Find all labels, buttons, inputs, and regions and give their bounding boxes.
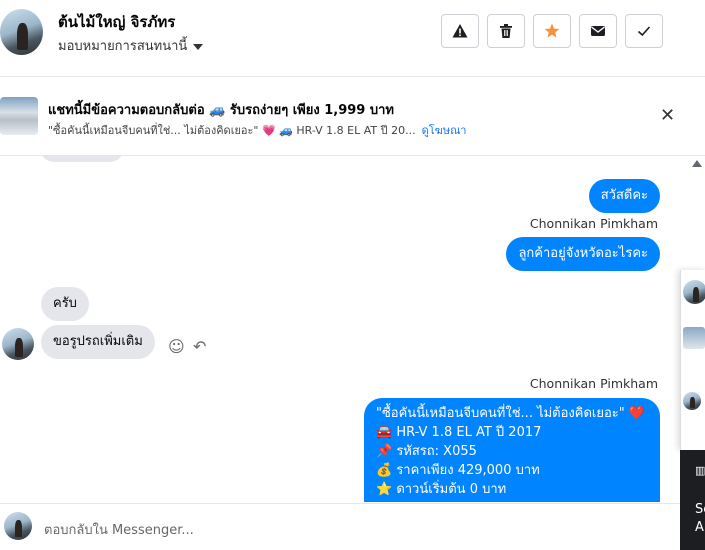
incoming-message[interactable]: ครับ: [41, 287, 89, 321]
contact-name[interactable]: ต้นไม้ใหญ่ จิรภัทร: [58, 10, 175, 34]
banner-title: แชทนี้มีข้อความตอบกลับต่อ 🚙 รับรถง่ายๆ เ…: [48, 103, 394, 118]
incoming-message[interactable]: ขอรูปรถเพิ่มเติม: [41, 325, 155, 359]
message-thread[interactable]: สวัสดีคะ Chonnikan Pimkham ลูกค้าอยู่จัง…: [0, 156, 690, 502]
react-emoji-icon[interactable]: ☺: [168, 337, 185, 356]
mark-done-button[interactable]: [625, 14, 663, 48]
ad-message-line: "ซื้อคันนี้เหมือนจีบคนที่ใช่... ไม่ต้องค…: [376, 406, 646, 421]
conversation-avatar[interactable]: [683, 280, 705, 304]
sender-name: Chonnikan Pimkham: [529, 216, 658, 231]
contact-avatar[interactable]: [0, 9, 43, 55]
popup-text: Se: [695, 502, 705, 517]
scroll-up-arrow[interactable]: [692, 160, 702, 167]
check-icon: [637, 26, 651, 37]
caret-down-icon: [193, 43, 204, 50]
contact-avatar-small: [2, 328, 34, 360]
ad-thumbnail-small[interactable]: [683, 327, 705, 349]
popup-text: A: [695, 520, 704, 535]
mark-unread-button[interactable]: [579, 14, 617, 48]
ad-message-line: 💰 ราคาเพียง 429,000 บาท: [376, 463, 540, 478]
warning-icon: [452, 24, 468, 38]
star-button[interactable]: [533, 14, 571, 48]
ad-message-line: 📌 รหัสรถ: X055: [376, 444, 477, 459]
ad-thumbnail: [0, 97, 38, 135]
ad-reply-banner: แชทนี้มีข้อความตอบกลับต่อ 🚙 รับรถง่ายๆ เ…: [0, 77, 705, 156]
outgoing-message[interactable]: ลูกค้าอยู่จังหวัดอะไรคะ: [506, 237, 660, 271]
reply-composer: ตอบกลับใน Messenger...: [0, 503, 680, 550]
assign-conversation-dropdown[interactable]: มอบหมายการสนทนานี้: [58, 35, 204, 56]
mail-icon: [591, 26, 605, 36]
close-icon[interactable]: ✕: [660, 107, 675, 125]
reply-input[interactable]: ตอบกลับใน Messenger...: [44, 519, 194, 540]
sender-name: Chonnikan Pimkham: [529, 376, 658, 391]
mark-spam-button[interactable]: [441, 14, 479, 48]
popup-icon: ▥: [695, 464, 705, 477]
trash-icon: [500, 24, 512, 38]
page-avatar: [4, 512, 32, 540]
ad-message-line: ⭐ ดาวน์เริ่มต้น 0 บาท: [376, 482, 507, 497]
assign-label: มอบหมายการสนทนานี้: [58, 39, 188, 54]
reply-icon[interactable]: ↶: [193, 337, 206, 356]
star-icon: [544, 23, 560, 38]
delete-button[interactable]: [487, 14, 525, 48]
outgoing-message[interactable]: สวัสดีคะ: [588, 179, 660, 213]
message-bubble-partial: [40, 156, 124, 162]
conversation-header: ต้นไม้ใหญ่ จิรภัทร มอบหมายการสนทนานี้: [0, 0, 705, 77]
ad-message-line: 🚘 HR-V 1.8 EL AT ปี 2017: [376, 425, 542, 440]
tooltip-popup: ▥ Se A: [680, 450, 705, 550]
header-actions: [441, 14, 663, 48]
conversation-avatar[interactable]: [683, 392, 701, 410]
conversation-list-panel: [680, 270, 705, 450]
outgoing-ad-message[interactable]: "ซื้อคันนี้เหมือนจีบคนที่ใช่... ไม่ต้องค…: [364, 398, 660, 502]
banner-subtitle: "ซื้อคันนี้เหมือนจีบคนที่ใช่... ไม่ต้องค…: [48, 121, 466, 139]
banner-ad-text: "ซื้อคันนี้เหมือนจีบคนที่ใช่... ไม่ต้องค…: [48, 124, 416, 137]
view-ad-link[interactable]: ดูโฆษณา: [422, 124, 467, 137]
